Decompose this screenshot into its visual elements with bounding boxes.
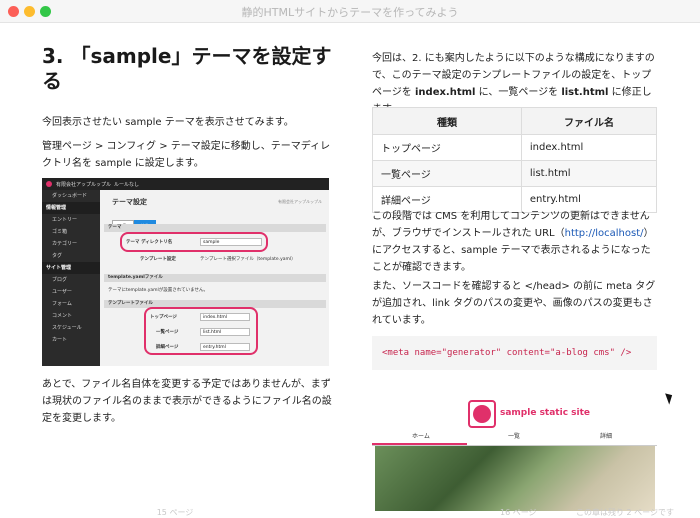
site-nav-active-bar [372, 443, 467, 445]
admin-screenshot: 有限会社アップルップル ルールなし ダッシュボード 情報管理 エントリー ゴミ箱… [42, 178, 329, 366]
admin-yaml-note: テーマにtemplate.yamlが設置されていません。 [108, 288, 209, 293]
admin-side-item: タグ [52, 253, 63, 259]
table-row: トップページ index.html [372, 134, 658, 161]
window-titlebar: 静的HTMLサイトからテーマを作ってみよう [0, 0, 700, 23]
left-para-3: あとで、ファイル名自体を変更する予定ではありませんが、まずは現状のファイル名のま… [42, 379, 332, 424]
admin-side-head: 情報管理 [42, 202, 100, 214]
chapter-remaining: この章は残り 2 ページです [576, 508, 675, 517]
site-hero-photo [375, 446, 655, 511]
left-page-number: 15 ページ [156, 508, 194, 517]
section-heading: 3. 「sample」テーマを設定する [42, 44, 332, 93]
right-para-3: また、ソースコードを確認すると </head> の前に meta タグが追加され… [372, 281, 656, 326]
admin-page-title: テーマ設定 [112, 198, 147, 206]
admin-template-check-label: テンプレート選択ファイル（template.yaml） [200, 257, 296, 262]
intro-bold-index: index.html [414, 87, 476, 98]
admin-side-item: カート [52, 337, 68, 343]
table-cell: index.html [520, 134, 658, 161]
admin-sidebar: ダッシュボード 情報管理 エントリー ゴミ箱 カテゴリー タグ サイト管理 ブロ… [42, 190, 100, 366]
site-nav-detail: 詳細 [600, 433, 613, 440]
intro-bold-list: list.html [561, 87, 609, 98]
highlight-template-files [144, 307, 258, 355]
table-header: 種類 [372, 107, 522, 135]
window-title: 静的HTMLサイトからテーマを作ってみよう [241, 6, 459, 19]
site-nav: ホーム 一覧 詳細 [372, 427, 657, 446]
code-block: <meta name="generator" content="a-blog c… [372, 336, 657, 370]
localhost-link[interactable]: http://localhost/ [565, 228, 644, 239]
admin-template-label: テンプレート設定 [140, 257, 176, 262]
template-table: 種類 ファイル名 トップページ index.html 一覧ページ list.ht… [372, 107, 658, 213]
admin-site-name: 有限会社アップルップル [56, 182, 112, 188]
table-cell: list.html [520, 160, 658, 187]
admin-side-head: サイト管理 [42, 262, 100, 274]
admin-section-theme: テーマ [104, 224, 326, 232]
admin-side-item: ユーザー [52, 289, 72, 295]
intro-text: に、一覧ページを [475, 87, 562, 98]
left-page: 3. 「sample」テーマを設定する 今回表示させたい sample テーマを… [0, 22, 350, 517]
right-page-number: 16 ページ [500, 508, 537, 517]
admin-breadcrumb: 有限会社アップルップル [278, 199, 322, 204]
table-cell: トップページ [372, 134, 522, 161]
admin-side-item: スケジュール [52, 325, 82, 331]
site-name: sample static site [500, 408, 591, 418]
admin-side-item: ゴミ箱 [52, 229, 68, 235]
highlight-theme-dir [120, 232, 268, 252]
admin-side-item: コメント [52, 313, 73, 319]
site-nav-home: ホーム [412, 433, 430, 440]
admin-side-item: エントリー [52, 217, 78, 223]
table-cell: 一覧ページ [372, 160, 522, 187]
admin-site-menu: ルールなし [114, 182, 140, 188]
right-page: 今回は、2. にも案内したように以下のような構成になりますので、このテーマ設定の… [350, 22, 700, 517]
site-preview-screenshot: sample static site ホーム 一覧 詳細 [372, 379, 657, 511]
highlight-site-logo [468, 400, 496, 428]
table-header: ファイル名 [520, 107, 658, 135]
site-nav-list: 一覧 [508, 433, 521, 440]
admin-side-item: カテゴリー [52, 241, 78, 247]
right-para-2: この段階では CMS を利用してコンテンツの更新はできませんが、ブラウザでインス… [372, 208, 660, 276]
admin-side-item: ダッシュボード [52, 193, 88, 199]
admin-section-yaml: template.yamlファイル [104, 274, 326, 282]
table-row: 一覧ページ list.html [372, 160, 658, 187]
admin-topbar: 有限会社アップルップル ルールなし [42, 178, 329, 190]
admin-side-item: フォーム [52, 301, 72, 307]
left-para-1: 今回表示させたい sample テーマを表示させてみます。 [42, 117, 294, 128]
left-para-2: 管理ページ > コンフィグ > テーマ設定に移動し、テーマディレクトリ名を sa… [42, 141, 331, 169]
admin-logo-icon [46, 181, 52, 187]
admin-main: テーマ設定 有限会社アップルップル 一覧編集 テーマ テーマ ディレクトリ名 s… [104, 192, 326, 364]
admin-side-item: ブログ [52, 277, 68, 283]
table-header-row: 種類 ファイル名 [372, 107, 658, 135]
